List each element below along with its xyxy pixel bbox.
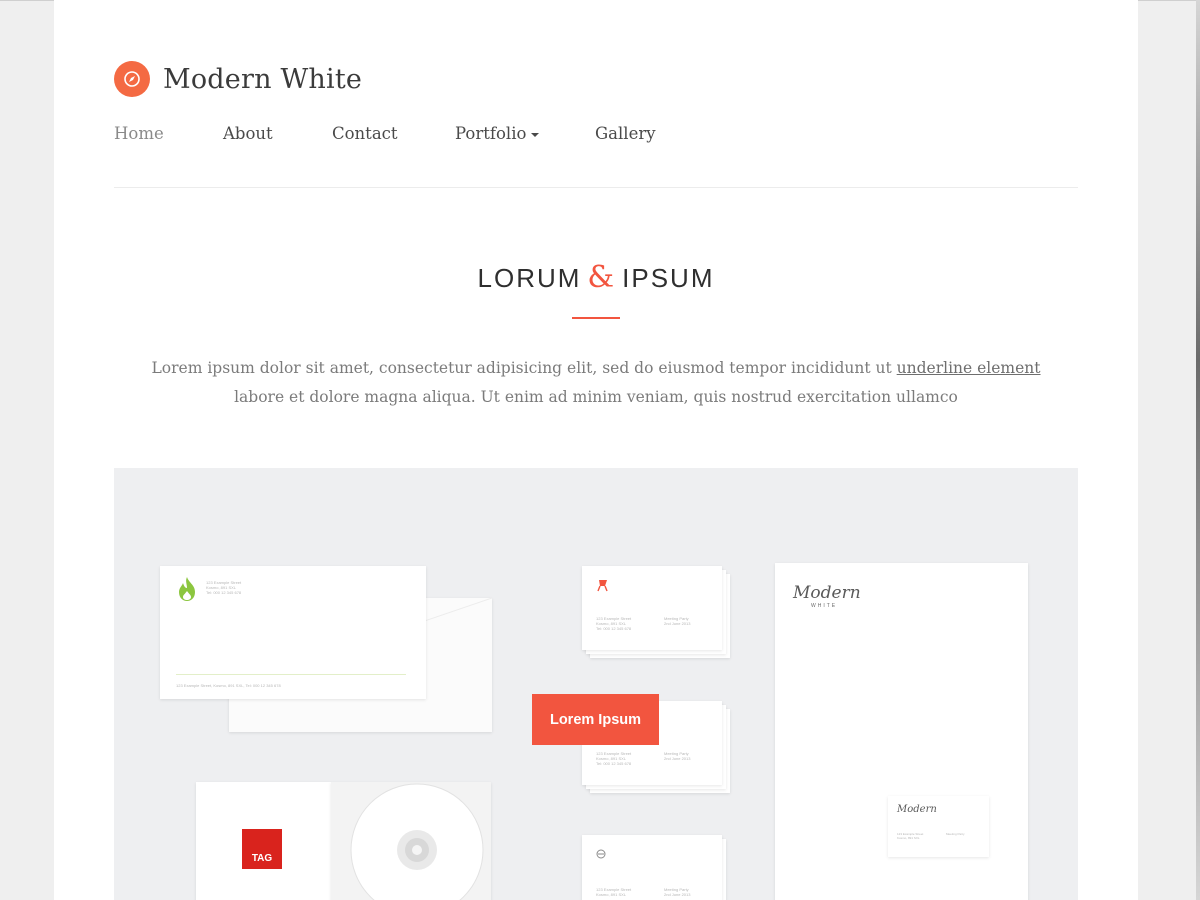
- intro-text-2: labore et dolore magna aliqua. Ut enim a…: [234, 388, 958, 406]
- intro-text: Lorem ipsum dolor sit amet, consectetur …: [151, 359, 892, 377]
- monogram-icon: [596, 849, 606, 859]
- bc1-address-3: Tel: 000 12 345 678: [596, 626, 632, 631]
- window-right-edge: [1196, 0, 1200, 900]
- business-card-1: 123 Example Street Kosmo, 891 SXL Tel: 0…: [582, 566, 722, 650]
- flame-icon: [179, 577, 195, 601]
- small-business-card: Modern 123 Example Street Kosmo, 891 SXL…: [888, 796, 989, 857]
- bc1-meeting-2: 2nd June 2013: [664, 621, 691, 626]
- chair-icon: [597, 580, 608, 592]
- heading-ampersand: &: [587, 260, 617, 295]
- letterhead-logo: Modern: [793, 583, 861, 603]
- card-address-3: Tel: 000 12 345 678: [206, 590, 242, 595]
- compliment-card: 123 Example Street Kosmo, 891 SXL Tel: 0…: [160, 566, 426, 699]
- nav-item-about[interactable]: About: [223, 124, 273, 143]
- nav-item-contact[interactable]: Contact: [332, 124, 398, 143]
- header-divider: [114, 187, 1078, 188]
- small-card-logo: Modern: [897, 804, 937, 815]
- nav-item-home[interactable]: Home: [114, 124, 164, 143]
- nav-item-portfolio[interactable]: Portfolio: [455, 124, 526, 143]
- page-container: Modern White Home About Contact Portfoli…: [54, 0, 1138, 900]
- card-footer-line: 123 Example Street, Kosmo, 891 SXL, Tel:…: [176, 683, 281, 688]
- cd-tray: [331, 782, 491, 900]
- heading-left: LORUM: [477, 263, 582, 293]
- tag-label: TAG: [242, 829, 282, 869]
- bc3-meeting-2: 2nd June 2013: [664, 892, 691, 897]
- bc2-address-3: Tel: 000 12 345 678: [596, 761, 632, 766]
- letterhead-logo-sub: WHITE: [811, 603, 838, 609]
- bc2-meeting-2: 2nd June 2013: [664, 756, 691, 761]
- intro-paragraph: Lorem ipsum dolor sit amet, consectetur …: [114, 354, 1078, 412]
- section-heading: LORUM & IPSUM: [114, 260, 1078, 295]
- heading-accent-bar: [572, 317, 620, 319]
- card-rule: [176, 674, 406, 675]
- nav-item-gallery[interactable]: Gallery: [595, 124, 656, 143]
- business-card-3: 123 Example Street Kosmo, 891 SXL Meetin…: [582, 835, 722, 900]
- cd-disc-icon: [350, 783, 484, 900]
- portfolio-showcase[interactable]: 123 Example Street Kosmo, 891 SXL Tel: 0…: [114, 468, 1078, 900]
- bc3-address-2: Kosmo, 891 SXL: [596, 892, 627, 897]
- heading-right: IPSUM: [622, 263, 715, 293]
- site-brand[interactable]: Modern White: [114, 61, 362, 97]
- small-card-address-2: Kosmo, 891 SXL: [897, 836, 920, 840]
- lorem-ipsum-button[interactable]: Lorem Ipsum: [532, 694, 659, 745]
- small-card-meeting-1: Meeting Party: [946, 832, 965, 836]
- intro-underline-link[interactable]: underline element: [897, 359, 1041, 377]
- caret-down-icon[interactable]: [531, 133, 539, 137]
- cd-sleeve: TAG: [196, 782, 331, 900]
- site-title[interactable]: Modern White: [163, 64, 362, 95]
- compass-icon: [114, 61, 150, 97]
